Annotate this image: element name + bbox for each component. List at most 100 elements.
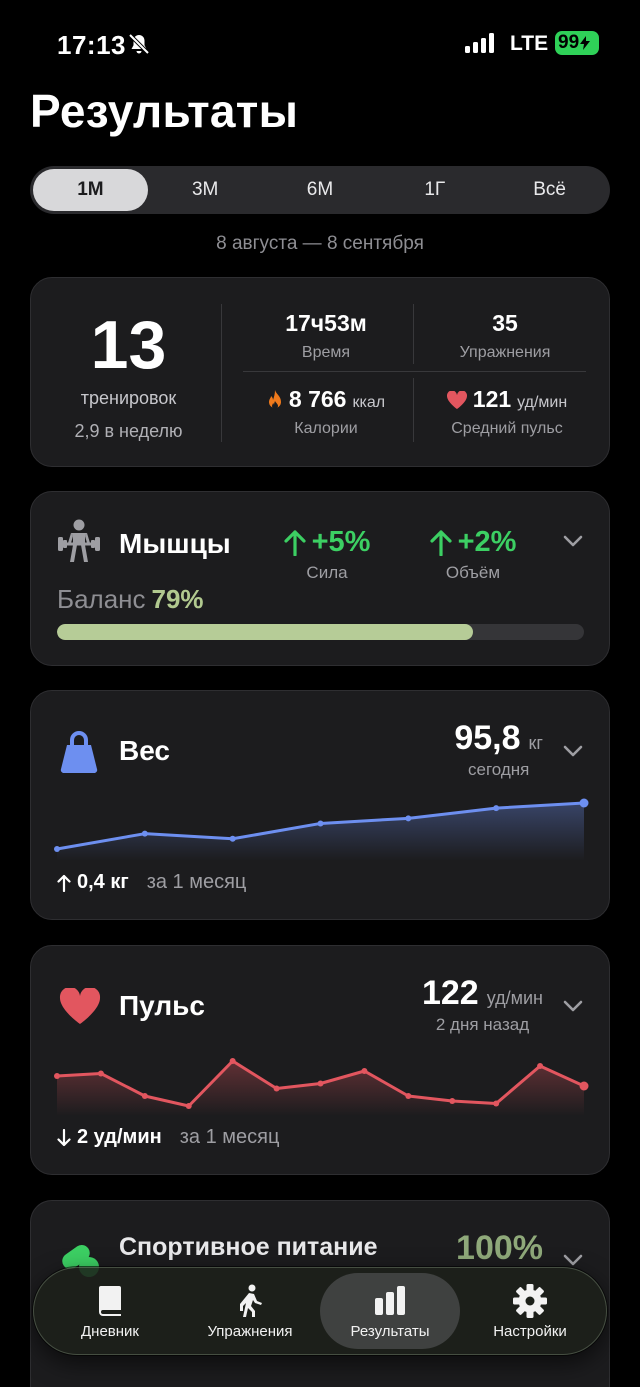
sparkline-point [405, 1093, 412, 1099]
sparkline-point [449, 1098, 456, 1104]
tab-label: Упражнения [207, 1322, 293, 1340]
pulse-sparkline [54, 1058, 589, 1116]
tab-label: Дневник [81, 1322, 139, 1340]
bar-chart-icon [375, 1285, 405, 1315]
pulse-title: Пульс [119, 990, 205, 1021]
network-type: LTE [510, 32, 549, 55]
heart-icon [446, 390, 467, 409]
summary-card[interactable]: 13 тренировок 2,9 в неделю 17ч53м Время … [30, 277, 610, 467]
avg-pulse-unit: уд/мин [517, 394, 568, 411]
page-title: Результаты [30, 85, 299, 137]
sparkline-point [537, 1063, 544, 1069]
sparkline-area [57, 803, 584, 861]
gear-icon [513, 1283, 547, 1318]
kettlebell-icon [60, 731, 98, 773]
period-option[interactable]: 6М [263, 169, 378, 211]
charging-bolt-icon [580, 36, 591, 50]
balance-progress-fill [57, 624, 474, 640]
weight-unit: кг [528, 733, 543, 753]
weight-headline: 95,8 кг сегодня [454, 719, 543, 780]
period-option[interactable]: 1М [33, 169, 148, 211]
balance-label: Баланс [57, 584, 146, 614]
flame-icon [268, 389, 281, 409]
sparkline-point [54, 1073, 60, 1079]
balance-value: 79% [151, 584, 204, 614]
tab-settings[interactable]: Настройки [460, 1273, 600, 1349]
period-option[interactable]: 1Г [377, 169, 492, 211]
time-label: Время [301, 344, 351, 361]
cellular-signal-icon [465, 33, 494, 53]
pulse-headline: 122 уд/мин 2 дня назад [422, 974, 543, 1035]
chevron-down-icon[interactable] [563, 534, 583, 548]
arrow-up-icon [283, 529, 306, 556]
strength-label: Сила [306, 563, 348, 582]
divider [221, 304, 222, 442]
weight-title: Вес [119, 735, 170, 766]
sparkline-point [493, 805, 500, 812]
arrow-down-icon [57, 1128, 71, 1146]
exercises-stat: 35 Упражнения [421, 310, 589, 362]
weight-change: 0,4 кг за 1 месяц [57, 871, 246, 894]
avg-pulse-label: Средний пульс [451, 420, 563, 437]
arrow-up-icon [57, 874, 71, 892]
pulse-value: 122 [421, 974, 479, 1012]
avg-pulse-value: 121 [472, 386, 512, 412]
date-range: 8 августа — 8 сентября [216, 233, 424, 254]
calories-label: Калории [294, 420, 358, 437]
balance-row: Баланс 79% [57, 584, 204, 615]
tab-results[interactable]: Результаты [320, 1273, 460, 1349]
pulse-unit: уд/мин [486, 988, 543, 1008]
strength-change: +5% Сила [267, 526, 387, 583]
period-option[interactable]: 3М [148, 169, 263, 211]
sparkline-point [361, 1068, 368, 1074]
heart-icon [59, 988, 101, 1024]
sparkline-area [57, 1061, 584, 1116]
volume-change: +2% Объём [411, 526, 535, 583]
strength-value: +5% [311, 526, 371, 558]
muscles-title: Мышцы [119, 528, 231, 559]
book-icon [99, 1285, 121, 1316]
workouts-per-week: 2,9 в неделю [74, 421, 183, 441]
divider [243, 371, 586, 372]
sparkline-point [273, 1085, 280, 1092]
calories-value: 8 766 [288, 386, 347, 412]
sparkline-point [229, 835, 236, 842]
workouts-count: 13 [90, 307, 167, 383]
period-option[interactable]: Всё [492, 169, 607, 211]
sparkline-point [141, 830, 148, 837]
chevron-down-icon[interactable] [563, 999, 583, 1013]
pulse-change: 2 уд/мин за 1 месяц [57, 1126, 279, 1149]
chevron-down-icon[interactable] [563, 744, 583, 758]
sparkline-point [97, 1070, 104, 1077]
balance-progress-bar [57, 624, 584, 640]
status-bar: 17:13 LTE 99 [0, 0, 640, 88]
sparkline-point [229, 1058, 236, 1064]
weight-card[interactable]: Вес 95,8 кг сегодня 0,4 кг за 1 месяц [30, 690, 610, 920]
sparkline-point [579, 1081, 589, 1091]
sparkline-point [54, 846, 60, 852]
chevron-down-icon[interactable] [563, 1253, 583, 1267]
volume-value: +2% [457, 526, 517, 558]
calories-unit: ккал [352, 394, 386, 411]
weight-change-period: за 1 месяц [146, 871, 247, 893]
exercises-label: Упражнения [459, 344, 551, 361]
tab-diary[interactable]: Дневник [40, 1273, 180, 1349]
exercises-value: 35 [492, 310, 518, 336]
sparkline-point [317, 820, 324, 827]
pulse-card[interactable]: Пульс 122 уд/мин 2 дня назад 2 уд/мин за … [30, 945, 610, 1175]
tab-label: Результаты [350, 1322, 430, 1340]
period-selector: 1М 3М 6М 1Г Всё [30, 166, 610, 214]
battery-indicator: 99 [555, 31, 599, 55]
tab-exercises[interactable]: Упражнения [180, 1273, 320, 1349]
pulse-change-value: 2 уд/мин [77, 1126, 162, 1148]
sparkline-point [185, 1103, 192, 1109]
muscles-card[interactable]: Мышцы +5% Сила +2% Объём Баланс 79% [30, 491, 610, 666]
sparkline-point [141, 1093, 148, 1099]
bell-muted-icon [128, 33, 150, 55]
sparkline-point [493, 1100, 500, 1107]
weight-sparkline [54, 798, 589, 861]
weight-change-value: 0,4 кг [77, 871, 129, 893]
time-stat: 17ч53м Время [231, 310, 421, 362]
avg-pulse-stat: 121 уд/мин Средний пульс [421, 386, 593, 438]
nutrition-title: Спортивное питание [119, 1233, 378, 1261]
